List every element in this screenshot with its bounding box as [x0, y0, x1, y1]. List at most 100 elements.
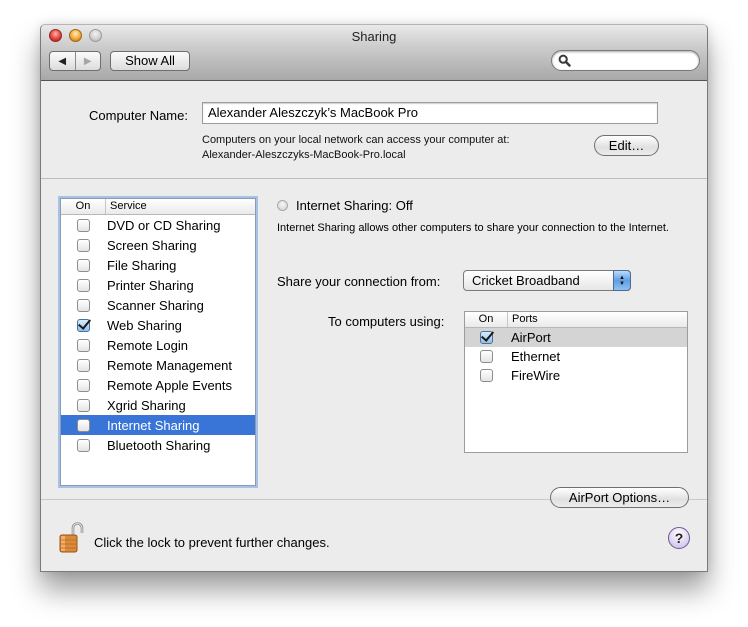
edit-hostname-button[interactable]: Edit…: [594, 135, 659, 156]
service-checkbox[interactable]: [77, 438, 90, 452]
checkbox-cell: [61, 378, 106, 392]
port-name: FireWire: [511, 368, 561, 383]
service-checkbox[interactable]: [77, 338, 90, 352]
service-checkbox[interactable]: [77, 398, 90, 412]
service-name: Internet Sharing: [107, 417, 200, 433]
service-name: Xgrid Sharing: [107, 397, 186, 413]
service-row[interactable]: Screen Sharing: [61, 235, 255, 255]
port-name: Ethernet: [511, 349, 561, 364]
back-forward-control: ◀ ▶: [49, 51, 101, 71]
service-list-header: On Service: [61, 199, 255, 215]
ports-list[interactable]: On Ports AirPort Ethernet FireWire: [464, 311, 688, 453]
title-bar: Sharing ◀ ▶ Show All: [41, 25, 707, 81]
ports-list-header: On Ports: [465, 312, 687, 328]
service-checkbox[interactable]: [77, 258, 90, 272]
help-button[interactable]: ?: [668, 527, 690, 549]
service-checkbox[interactable]: [77, 418, 90, 432]
internet-sharing-status: Internet Sharing: Off: [277, 198, 413, 213]
service-row[interactable]: Bluetooth Sharing: [61, 435, 255, 455]
share-from-value: Cricket Broadband: [472, 273, 580, 288]
port-checkbox[interactable]: [480, 369, 493, 382]
unlocked-padlock-icon[interactable]: [58, 522, 86, 554]
column-header-on[interactable]: On: [61, 199, 106, 214]
computer-name-input[interactable]: Alexander Aleszczyk’s MacBook Pro: [202, 102, 658, 124]
window-title: Sharing: [351, 29, 397, 44]
share-from-label: Share your connection from:: [277, 274, 441, 289]
local-hostname: Alexander-Aleszczyks-MacBook-Pro.local: [202, 149, 406, 161]
port-row[interactable]: FireWire: [465, 366, 687, 385]
service-description: Internet Sharing allows other computers …: [277, 222, 669, 234]
service-name: DVD or CD Sharing: [107, 217, 221, 233]
show-all-button[interactable]: Show All: [110, 51, 190, 71]
checkbox-cell: [465, 350, 508, 363]
back-button[interactable]: ◀: [50, 52, 75, 70]
checkbox-cell: [61, 238, 106, 252]
status-text: Internet Sharing: Off: [296, 198, 413, 213]
local-address-note: Computers on your local network can acce…: [202, 133, 510, 163]
search-field[interactable]: [551, 50, 700, 71]
port-checkbox[interactable]: [480, 350, 493, 363]
service-checkbox[interactable]: [77, 218, 90, 232]
service-row[interactable]: Printer Sharing: [61, 275, 255, 295]
service-checkbox[interactable]: [77, 298, 90, 312]
service-row[interactable]: Remote Login: [61, 335, 255, 355]
port-checkbox[interactable]: [480, 331, 493, 344]
checkbox-cell: [465, 331, 508, 344]
checkbox-cell: [61, 438, 106, 452]
checkbox-cell: [61, 298, 106, 312]
to-computers-label: To computers using:: [328, 314, 445, 329]
service-name: Bluetooth Sharing: [107, 437, 211, 453]
service-name: Printer Sharing: [107, 277, 194, 293]
service-checkbox[interactable]: [77, 358, 90, 372]
checkbox-cell: [61, 338, 106, 352]
airport-options-button[interactable]: AirPort Options…: [550, 487, 689, 508]
share-from-popup[interactable]: Cricket Broadband ▲ ▼: [463, 270, 631, 291]
checkbox-cell: [61, 418, 106, 432]
service-row[interactable]: Internet Sharing: [61, 415, 255, 435]
service-checkbox[interactable]: [77, 238, 90, 252]
computer-name-label: Computer Name:: [89, 108, 188, 123]
port-row[interactable]: AirPort: [465, 328, 687, 347]
service-row[interactable]: DVD or CD Sharing: [61, 215, 255, 235]
service-row[interactable]: Remote Apple Events: [61, 375, 255, 395]
checkbox-cell: [61, 398, 106, 412]
service-row[interactable]: File Sharing: [61, 255, 255, 275]
checkbox-cell: [61, 358, 106, 372]
search-icon: [558, 54, 571, 67]
service-name: Remote Apple Events: [107, 377, 233, 393]
column-header-on[interactable]: On: [465, 312, 508, 327]
checkbox-cell: [61, 278, 106, 292]
service-checkbox[interactable]: [77, 318, 90, 332]
service-checkbox[interactable]: [77, 378, 90, 392]
popup-arrows-icon: ▲ ▼: [613, 270, 631, 291]
port-row[interactable]: Ethernet: [465, 347, 687, 366]
port-name: AirPort: [511, 330, 551, 345]
lock-message: Click the lock to prevent further change…: [94, 535, 330, 550]
column-header-service[interactable]: Service: [106, 199, 147, 214]
help-icon: ?: [674, 530, 684, 546]
forward-button[interactable]: ▶: [74, 52, 101, 70]
service-name: Screen Sharing: [107, 237, 197, 253]
service-row[interactable]: Web Sharing: [61, 315, 255, 335]
service-row[interactable]: Xgrid Sharing: [61, 395, 255, 415]
service-name: Scanner Sharing: [107, 297, 204, 313]
status-indicator-icon: [277, 200, 288, 211]
checkbox-cell: [465, 369, 508, 382]
local-address-description: Computers on your local network can acce…: [202, 134, 510, 146]
service-row[interactable]: Remote Management: [61, 355, 255, 375]
sharing-services-section: On Service DVD or CD Sharing Screen Shari…: [41, 180, 707, 508]
service-name: Remote Login: [107, 337, 188, 353]
checkbox-cell: [61, 318, 106, 332]
computer-name-section: Computer Name: Alexander Aleszczyk’s Mac…: [41, 82, 707, 179]
column-header-ports[interactable]: Ports: [508, 312, 538, 327]
service-name: File Sharing: [107, 257, 177, 273]
service-checkbox[interactable]: [77, 278, 90, 292]
service-name: Remote Management: [107, 357, 233, 373]
forward-arrow-icon: ▶: [83, 55, 92, 67]
checkbox-cell: [61, 258, 106, 272]
back-arrow-icon: ◀: [58, 55, 67, 67]
sharing-window: Sharing ◀ ▶ Show All Computer Name: Alex…: [40, 24, 708, 572]
service-name: Web Sharing: [107, 317, 182, 333]
service-row[interactable]: Scanner Sharing: [61, 295, 255, 315]
service-list[interactable]: On Service DVD or CD Sharing Screen Shari…: [60, 198, 256, 486]
